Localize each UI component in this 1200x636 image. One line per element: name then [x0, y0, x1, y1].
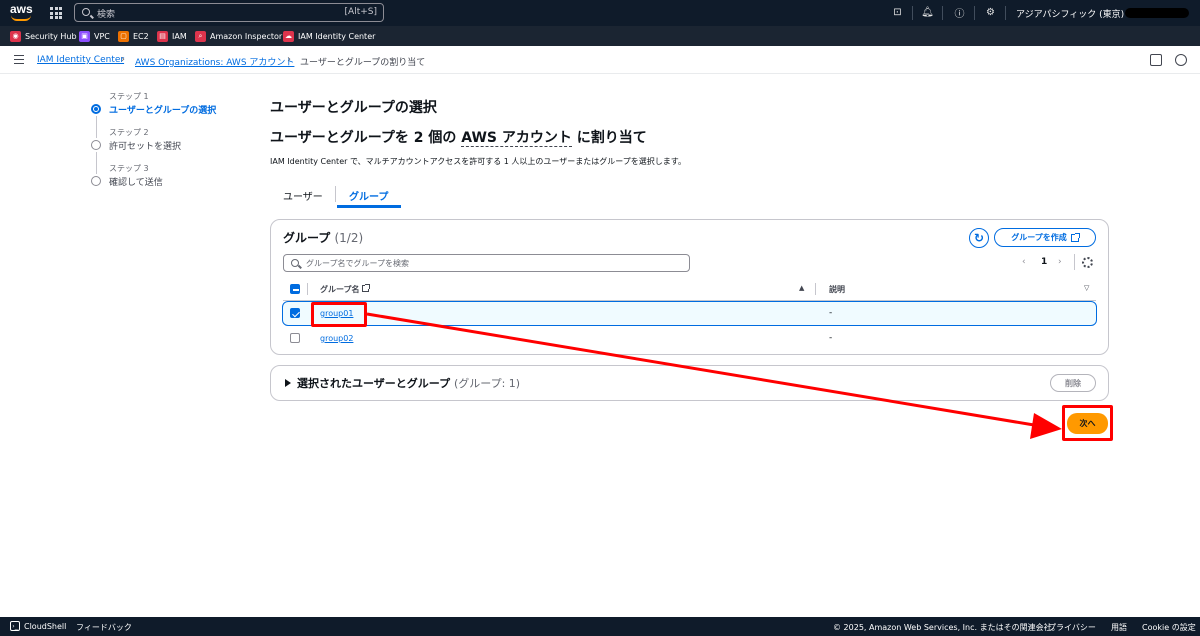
- footer-privacy[interactable]: プライバシー: [1048, 622, 1096, 633]
- footer-cookie-settings[interactable]: Cookie の設定: [1142, 622, 1196, 633]
- annotation-arrow-head: [1030, 413, 1062, 439]
- annotation-arrow: [366, 312, 1062, 439]
- footer-cloudshell[interactable]: CloudShell: [24, 622, 66, 631]
- footer-feedback[interactable]: フィードバック: [76, 622, 132, 633]
- footer-terms[interactable]: 用語: [1111, 622, 1127, 633]
- annotation-arrow-line: [366, 312, 1041, 428]
- console-footer: ›_ CloudShell フィードバック © 2025, Amazon Web…: [0, 617, 1200, 636]
- footer-copyright: © 2025, Amazon Web Services, Inc. またはその関…: [833, 623, 1060, 632]
- cloudshell-icon[interactable]: ›_: [10, 621, 20, 631]
